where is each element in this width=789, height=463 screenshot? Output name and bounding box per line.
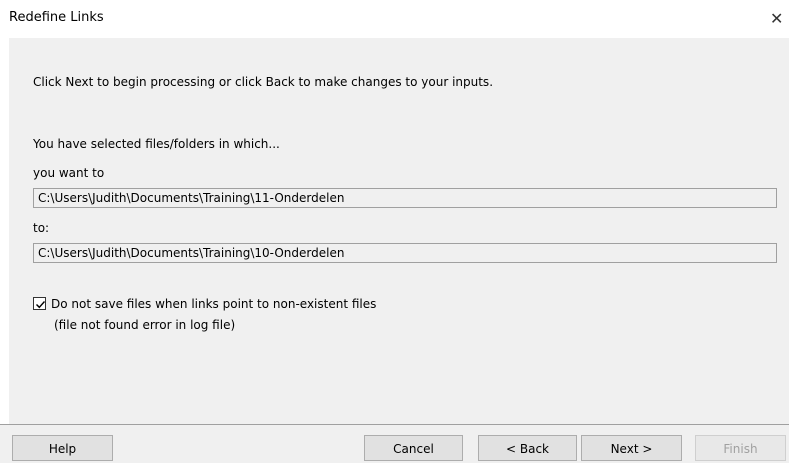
next-button[interactable]: Next >	[581, 435, 682, 461]
title-bar: Redefine Links ✕	[0, 0, 789, 38]
to-path-field[interactable]: C:\Users\Judith\Documents\Training\10-On…	[33, 243, 777, 263]
cancel-button[interactable]: Cancel	[364, 435, 463, 461]
dialog-content: Click Next to begin processing or click …	[9, 38, 789, 426]
from-path-field[interactable]: C:\Users\Judith\Documents\Training\11-On…	[33, 188, 777, 208]
no-save-checkbox[interactable]	[33, 297, 46, 310]
checkmark-icon	[36, 301, 46, 309]
back-button[interactable]: < Back	[478, 435, 577, 461]
help-button[interactable]: Help	[12, 435, 113, 461]
close-icon: ✕	[770, 9, 784, 28]
instruction-text: Click Next to begin processing or click …	[33, 75, 494, 89]
checkbox-sublabel: (file not found error in log file)	[54, 318, 236, 332]
close-button[interactable]: ✕	[770, 0, 789, 38]
finish-button[interactable]: Finish	[695, 435, 786, 461]
want-to-label: you want to	[33, 166, 105, 180]
to-label: to:	[33, 221, 50, 235]
selected-label: You have selected files/folders in which…	[33, 137, 280, 151]
window-title: Redefine Links	[9, 10, 104, 25]
checkbox-label[interactable]: Do not save files when links point to no…	[51, 297, 376, 311]
